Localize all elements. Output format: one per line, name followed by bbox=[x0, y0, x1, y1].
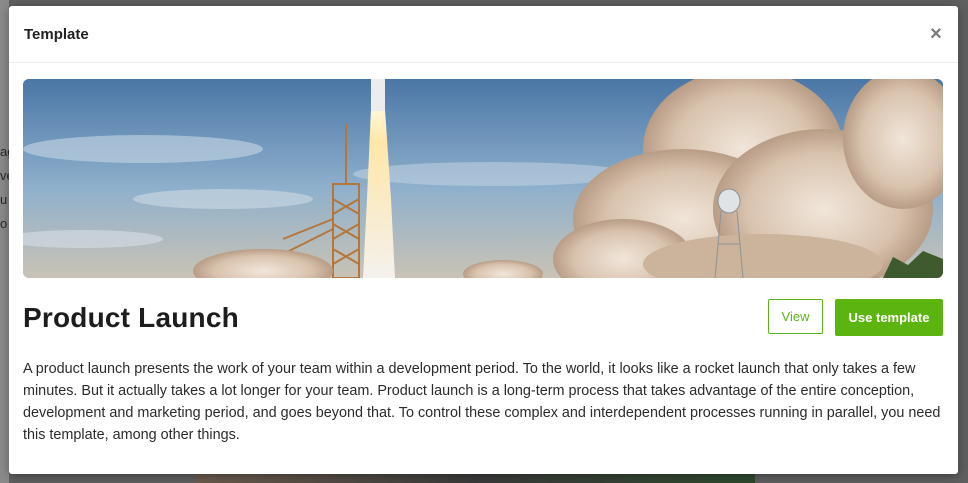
modal-header: Template × bbox=[9, 6, 958, 63]
backdrop-page bbox=[0, 0, 9, 483]
backdrop-line: o bbox=[0, 216, 8, 231]
backdrop-line: u bbox=[0, 192, 8, 207]
close-icon[interactable]: × bbox=[926, 23, 946, 45]
use-template-button[interactable]: Use template bbox=[835, 299, 943, 336]
template-title: Product Launch bbox=[23, 302, 239, 333]
modal-title: Template bbox=[24, 26, 89, 43]
view-button[interactable]: View bbox=[768, 299, 823, 334]
hero-image bbox=[23, 79, 943, 278]
backdrop-line: ve bbox=[0, 168, 9, 183]
template-description: A product launch presents the work of yo… bbox=[23, 361, 941, 443]
backdrop-text: ag ve u o bbox=[0, 140, 9, 236]
backdrop-thumbnails bbox=[195, 474, 755, 483]
template-modal: Template × Product Launch View Use templ… bbox=[9, 6, 958, 474]
backdrop-line: ag bbox=[0, 144, 9, 159]
